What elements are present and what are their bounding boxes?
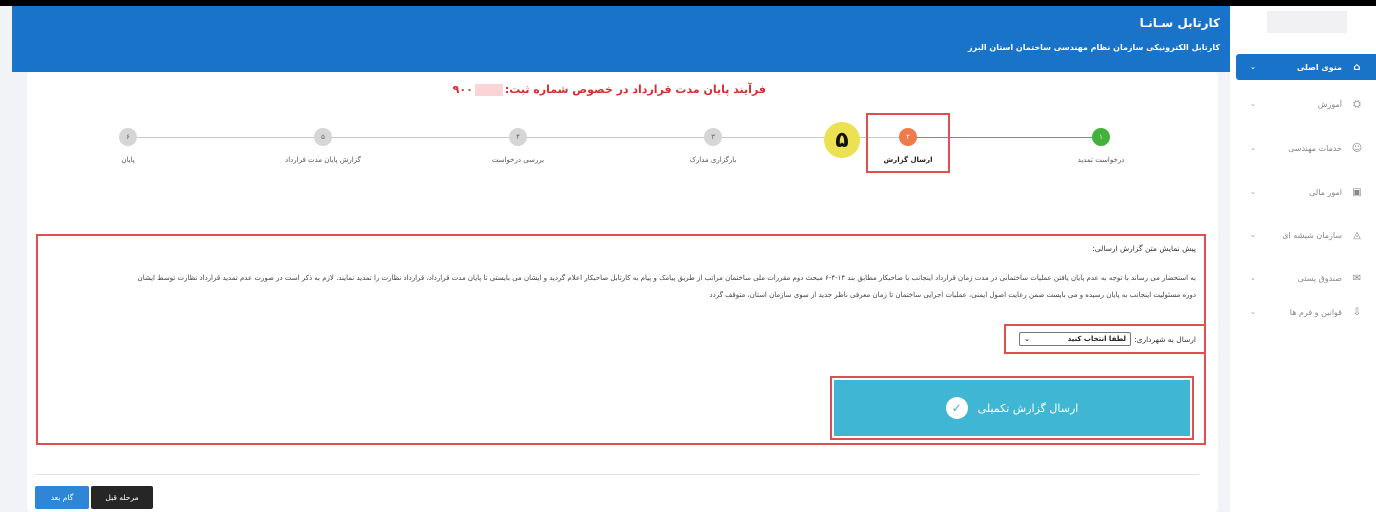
sidebar-item-finance[interactable]: ▣ امور مالی ⌄ xyxy=(1236,179,1376,205)
chevron-down-icon: ⌄ xyxy=(1250,188,1256,196)
preview-heading: پیش نمایش متن گزارش ارسالی: xyxy=(1092,244,1196,253)
education-icon: ⛭ xyxy=(1353,98,1361,110)
sidebar: ⌂ منوی اصلی ⌄ ⛭ آموزش ⌄ ☺ خدمات مهندسی ⌄… xyxy=(1230,6,1376,512)
report-preview-section: پیش نمایش متن گزارش ارسالی: به استحضار م… xyxy=(36,234,1206,445)
check-icon: ✓ xyxy=(945,397,968,419)
step-1-circle[interactable]: ۱ xyxy=(1092,128,1110,146)
step-marker-badge: ۵ xyxy=(824,122,860,158)
mailbox-icon: ✉ xyxy=(1352,272,1362,284)
step-3-circle[interactable]: ۳ xyxy=(704,128,722,146)
step-4-circle[interactable]: ۴ xyxy=(509,128,527,146)
engineer-icon: ☺ xyxy=(1351,142,1363,154)
municipality-select[interactable]: لطفا انتخاب کنید ⌄ xyxy=(1019,332,1132,346)
chevron-down-icon: ⌄ xyxy=(1250,274,1256,282)
municipality-selected-value: لطفا انتخاب کنید xyxy=(1067,335,1127,343)
municipality-label: ارسال به شهرداری: xyxy=(1134,334,1196,344)
chevron-down-icon: ⌄ xyxy=(1250,144,1256,152)
sidebar-item-label: سازمان شیشه ای xyxy=(1282,230,1342,240)
submit-report-button[interactable]: ارسال گزارش تکمیلی ✓ xyxy=(834,380,1190,436)
sidebar-item-label: امور مالی xyxy=(1309,187,1342,197)
home-icon: ⌂ xyxy=(1353,61,1361,73)
step-6-label: پایان xyxy=(121,156,135,164)
submit-highlight: ارسال گزارش تکمیلی ✓ xyxy=(830,376,1194,440)
sidebar-item-education[interactable]: ⛭ آموزش ⌄ xyxy=(1236,91,1376,117)
sidebar-item-label: منوی اصلی xyxy=(1296,62,1342,72)
app-title: کارتابل سـانـا xyxy=(1139,16,1220,30)
footer-divider xyxy=(35,474,1199,475)
redacted-registration-number xyxy=(474,84,503,96)
app-subtitle: کارتابل الکترونیکی سازمان نظام مهندسی سا… xyxy=(968,43,1220,52)
step-6-circle[interactable]: ۶ xyxy=(119,128,137,146)
sidebar-item-label: قوانین و فرم ها xyxy=(1289,307,1342,317)
sidebar-item-glass-org[interactable]: ◬ سازمان شیشه ای ⌄ xyxy=(1236,222,1376,248)
sidebar-item-engineering-services[interactable]: ☺ خدمات مهندسی ⌄ xyxy=(1236,135,1376,161)
step-5-circle[interactable]: ۵ xyxy=(314,128,332,146)
sidebar-item-label: صندوق پستی xyxy=(1297,273,1342,283)
chevron-down-icon: ⌄ xyxy=(1250,100,1256,108)
download-icon: ⇩ xyxy=(1352,306,1362,318)
preview-text: به استحضار می رساند با توجه به عدم پایان… xyxy=(46,270,1196,304)
sidebar-item-label: خدمات مهندسی xyxy=(1288,143,1342,153)
finance-icon: ▣ xyxy=(1352,186,1362,198)
sidebar-item-mailbox[interactable]: ✉ صندوق پستی ⌄ xyxy=(1236,265,1376,291)
previous-step-button[interactable]: مرحله قبل xyxy=(91,486,153,509)
chevron-down-icon: ⌄ xyxy=(1250,308,1256,316)
submit-label: ارسال گزارش تکمیلی xyxy=(977,401,1079,415)
preview-text-line-2: دوره مسئولیت اینجانب به پایان رسیده و می… xyxy=(709,291,1196,299)
page-title-suffix: ۹۰۰ xyxy=(452,83,473,96)
logo-placeholder xyxy=(1267,11,1347,33)
step-3-label: بارگزاری مدارک xyxy=(689,156,737,164)
chevron-down-icon: ⌄ xyxy=(1250,231,1256,239)
current-step-highlight xyxy=(866,113,950,173)
step-5-label: گزارش پایان مدت قرارداد xyxy=(285,156,361,164)
sidebar-item-label: آموزش xyxy=(1317,99,1342,109)
chevron-down-icon: ⌄ xyxy=(1250,63,1256,71)
chevron-down-icon: ⌄ xyxy=(1024,335,1030,343)
preview-text-line-1: به استحضار می رساند با توجه به عدم پایان… xyxy=(137,274,1196,282)
sidebar-item-rules-forms[interactable]: ⇩ قوانین و فرم ها ⌄ xyxy=(1236,299,1376,325)
page-title: فرآیند پایان مدت قرارداد در خصوص شماره ث… xyxy=(453,83,766,96)
step-4-label: بررسی درخواست xyxy=(491,156,545,164)
next-step-button[interactable]: گام بعد xyxy=(35,486,89,509)
sidebar-item-main-menu[interactable]: ⌂ منوی اصلی ⌄ xyxy=(1236,54,1376,80)
step-1-label: درخواست تمدید xyxy=(1077,156,1125,164)
page-title-prefix: فرآیند پایان مدت قرارداد در خصوص شماره ث… xyxy=(504,83,766,96)
municipality-field: ارسال به شهرداری: لطفا انتخاب کنید ⌄ xyxy=(1004,324,1206,354)
chart-icon: ◬ xyxy=(1353,229,1361,241)
app-header: کارتابل سـانـا کارتابل الکترونیکی سازمان… xyxy=(12,6,1230,72)
